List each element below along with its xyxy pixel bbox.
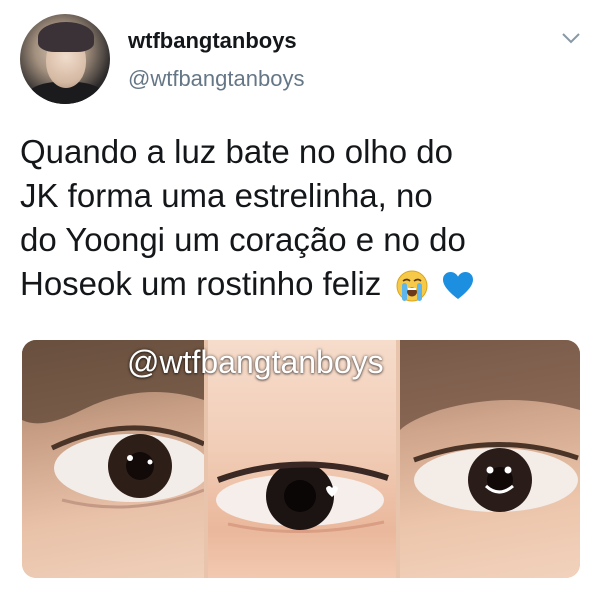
tweet-text: Quando a luz bate no olho do JK forma um… [20,130,590,306]
eye-photo-hoseok [400,340,580,578]
avatar-hair [38,22,94,52]
display-name[interactable]: wtfbangtanboys [128,28,297,54]
avatar[interactable] [20,14,110,104]
media-watermark: @wtfbangtanboys [127,344,384,380]
tweet-media-image[interactable]: @wtfbangtanboys [22,340,580,578]
user-handle[interactable]: @wtfbangtanboys [128,66,304,92]
tweet-text-line: Quando a luz bate no olho do [20,133,454,170]
tweet-text-line: JK forma uma estrelinha, no [20,177,433,214]
chevron-down-icon[interactable] [560,30,582,46]
tweet-text-line-with-emoji: Hoseok um rostinho feliz [20,262,590,306]
tweet-text-line: Hoseok um rostinho feliz [20,265,382,302]
tweet-text-line: do Yoongi um coração e no do [20,221,466,258]
loudly-crying-face-icon [396,270,427,302]
blue-heart-icon [442,272,473,300]
eye-illustration [400,340,580,512]
